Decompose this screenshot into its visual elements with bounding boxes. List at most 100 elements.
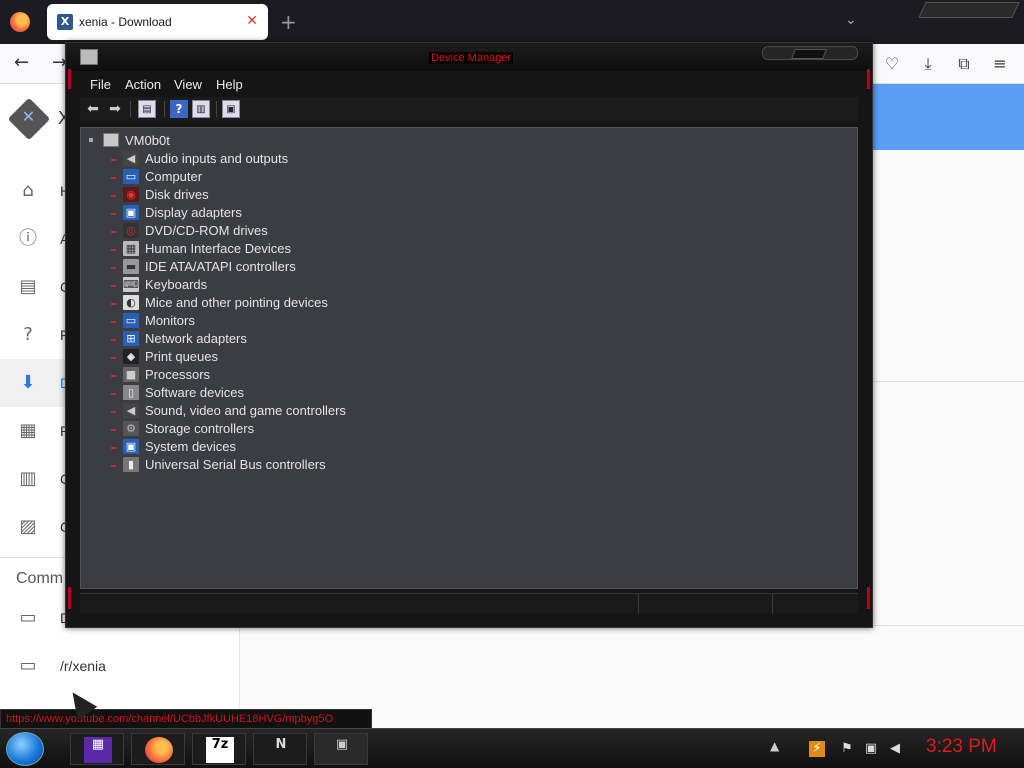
back-arrow-icon[interactable]: ⬅ xyxy=(84,100,102,118)
chat-icon: ▭ xyxy=(19,607,37,628)
menu-view[interactable]: View xyxy=(174,77,202,92)
expand-toggle[interactable] xyxy=(111,393,116,395)
hamburger-menu-icon[interactable]: ≡ xyxy=(990,54,1010,74)
speaker-icon: ◀ xyxy=(123,151,139,166)
expand-toggle[interactable] xyxy=(111,159,116,161)
start-button[interactable] xyxy=(6,732,44,766)
link-status-bar: https://www.youtube.com/channel/UCbbJfkU… xyxy=(0,709,372,729)
theme-decoration xyxy=(918,2,1020,18)
pocket-icon[interactable]: ♡ xyxy=(882,54,902,74)
tree-item-dvd[interactable]: ◎ DVD/CD-ROM drives xyxy=(109,222,509,240)
expand-toggle[interactable] xyxy=(111,267,116,269)
expand-toggle[interactable] xyxy=(111,249,116,251)
clipboard-icon: ▤ xyxy=(19,276,37,297)
monitor-icon: ▭ xyxy=(123,313,139,328)
extensions-icon[interactable]: ⧉ xyxy=(954,54,974,74)
properties-icon[interactable]: ▤ xyxy=(138,100,156,118)
firefox-menu-icon[interactable] xyxy=(10,12,30,32)
volume-icon[interactable]: ◀ xyxy=(887,741,903,757)
tree-item-processors[interactable]: ■ Processors xyxy=(109,366,509,384)
tree-item-sound[interactable]: ◀ Sound, video and game controllers xyxy=(109,402,509,420)
window-titlebar[interactable]: Device Manager xyxy=(66,43,872,71)
expand-toggle[interactable] xyxy=(111,321,116,323)
list-tabs-chevron-icon[interactable]: ⌄ xyxy=(845,12,857,28)
forum-icon: ▭ xyxy=(19,655,37,676)
expand-toggle[interactable] xyxy=(111,375,116,377)
tree-item-software[interactable]: ▯ Software devices xyxy=(109,384,509,402)
tab-close-icon[interactable]: ✕ xyxy=(246,13,258,29)
device-manager-window: Device Manager File Action View Help ⬅ ➡… xyxy=(65,42,873,628)
collapse-toggle[interactable] xyxy=(89,138,93,142)
network-icon[interactable]: ▣ xyxy=(863,741,879,757)
toolbar-separator xyxy=(164,101,165,117)
expand-toggle[interactable] xyxy=(111,411,116,413)
expand-toggle[interactable] xyxy=(111,231,116,233)
action-center-flag-icon[interactable]: ⚑ xyxy=(839,741,855,757)
expand-toggle[interactable] xyxy=(111,177,116,179)
sidebar-item-reddit[interactable]: ▭ /r/xenia xyxy=(0,642,240,690)
chart-icon: ▥ xyxy=(19,468,37,489)
help-icon[interactable]: ? xyxy=(170,100,188,118)
tree-item-system[interactable]: ▣ System devices xyxy=(109,438,509,456)
tree-item-disk[interactable]: ◉ Disk drives xyxy=(109,186,509,204)
mouse-icon: ◐ xyxy=(123,295,139,310)
tree-item-display[interactable]: ▣ Display adapters xyxy=(109,204,509,222)
tree-item-label: Network adapters xyxy=(145,331,247,346)
tree-item-monitors[interactable]: ▭ Monitors xyxy=(109,312,509,330)
help-icon: ? xyxy=(23,324,33,345)
browser-tab[interactable]: X xenia - Download ✕ xyxy=(47,4,268,40)
tree-item-mice[interactable]: ◐ Mice and other pointing devices xyxy=(109,294,509,312)
back-button[interactable]: ← xyxy=(14,52,29,73)
tree-item-audio[interactable]: ◀ Audio inputs and outputs xyxy=(109,150,509,168)
expand-toggle[interactable] xyxy=(111,303,116,305)
menu-help[interactable]: Help xyxy=(216,77,243,92)
xenia-logo-icon[interactable] xyxy=(7,97,51,141)
tree-item-hid[interactable]: ▦ Human Interface Devices xyxy=(109,240,509,258)
forward-arrow-icon[interactable]: ➡ xyxy=(106,100,124,118)
expand-toggle[interactable] xyxy=(111,195,116,197)
tray-expand-icon[interactable]: ▲ xyxy=(770,739,779,753)
expand-toggle[interactable] xyxy=(111,357,116,359)
taskbar-app-tool[interactable]: N xyxy=(253,733,307,765)
taskbar-app-firefox[interactable] xyxy=(131,733,185,765)
tree-item-storage[interactable]: ⚙ Storage controllers xyxy=(109,420,509,438)
expand-toggle[interactable] xyxy=(111,447,116,449)
status-divider xyxy=(772,594,773,614)
tree-item-computer[interactable]: ▭ Computer xyxy=(109,168,509,186)
tree-item-ide[interactable]: ▬ IDE ATA/ATAPI controllers xyxy=(109,258,509,276)
frame-accent xyxy=(68,69,71,89)
expand-toggle[interactable] xyxy=(111,429,116,431)
taskbar-app-cpuz[interactable]: ▦ xyxy=(70,733,124,765)
tree-item-keyboards[interactable]: ⌨ Keyboards xyxy=(109,276,509,294)
downloads-icon[interactable]: ⤓ xyxy=(918,54,938,74)
toolbar-separator xyxy=(216,101,217,117)
frame-accent xyxy=(867,69,870,89)
device-tree: VM0b0t ◀ Audio inputs and outputs ▭ Comp… xyxy=(80,127,858,589)
tab-title: xenia - Download xyxy=(79,15,172,29)
app-tray-icon[interactable]: ⚡ xyxy=(809,741,825,757)
menu-file[interactable]: File xyxy=(90,77,111,92)
expand-toggle[interactable] xyxy=(111,213,116,215)
expand-toggle[interactable] xyxy=(111,465,116,467)
scan-hardware-icon[interactable]: ▣ xyxy=(222,100,240,118)
taskbar-clock[interactable]: 3:23 PM xyxy=(926,736,997,758)
taskbar-app-device-manager[interactable]: ▣ xyxy=(314,733,368,765)
new-tab-button[interactable]: + xyxy=(280,10,297,34)
status-divider xyxy=(638,594,639,614)
frame-accent xyxy=(867,587,870,609)
tree-item-label: IDE ATA/ATAPI controllers xyxy=(145,259,296,274)
action-pane-icon[interactable]: ▥ xyxy=(192,100,210,118)
tree-item-label: DVD/CD-ROM drives xyxy=(145,223,268,238)
tree-item-usb[interactable]: ▮ Universal Serial Bus controllers xyxy=(109,456,509,474)
expand-toggle[interactable] xyxy=(111,339,116,341)
tree-item-print[interactable]: ◆ Print queues xyxy=(109,348,509,366)
tree-item-network[interactable]: ⊞ Network adapters xyxy=(109,330,509,348)
taskbar-app-7zip[interactable]: 7z xyxy=(192,733,246,765)
tree-item-label: Keyboards xyxy=(145,277,208,292)
menu-action[interactable]: Action xyxy=(125,77,161,92)
tree-item-label: Universal Serial Bus controllers xyxy=(145,457,326,472)
browser-tab-bar: X xenia - Download ✕ + ⌄ xyxy=(0,0,1024,44)
window-controls[interactable] xyxy=(762,46,858,60)
expand-toggle[interactable] xyxy=(111,285,116,287)
processor-icon: ■ xyxy=(123,367,139,382)
